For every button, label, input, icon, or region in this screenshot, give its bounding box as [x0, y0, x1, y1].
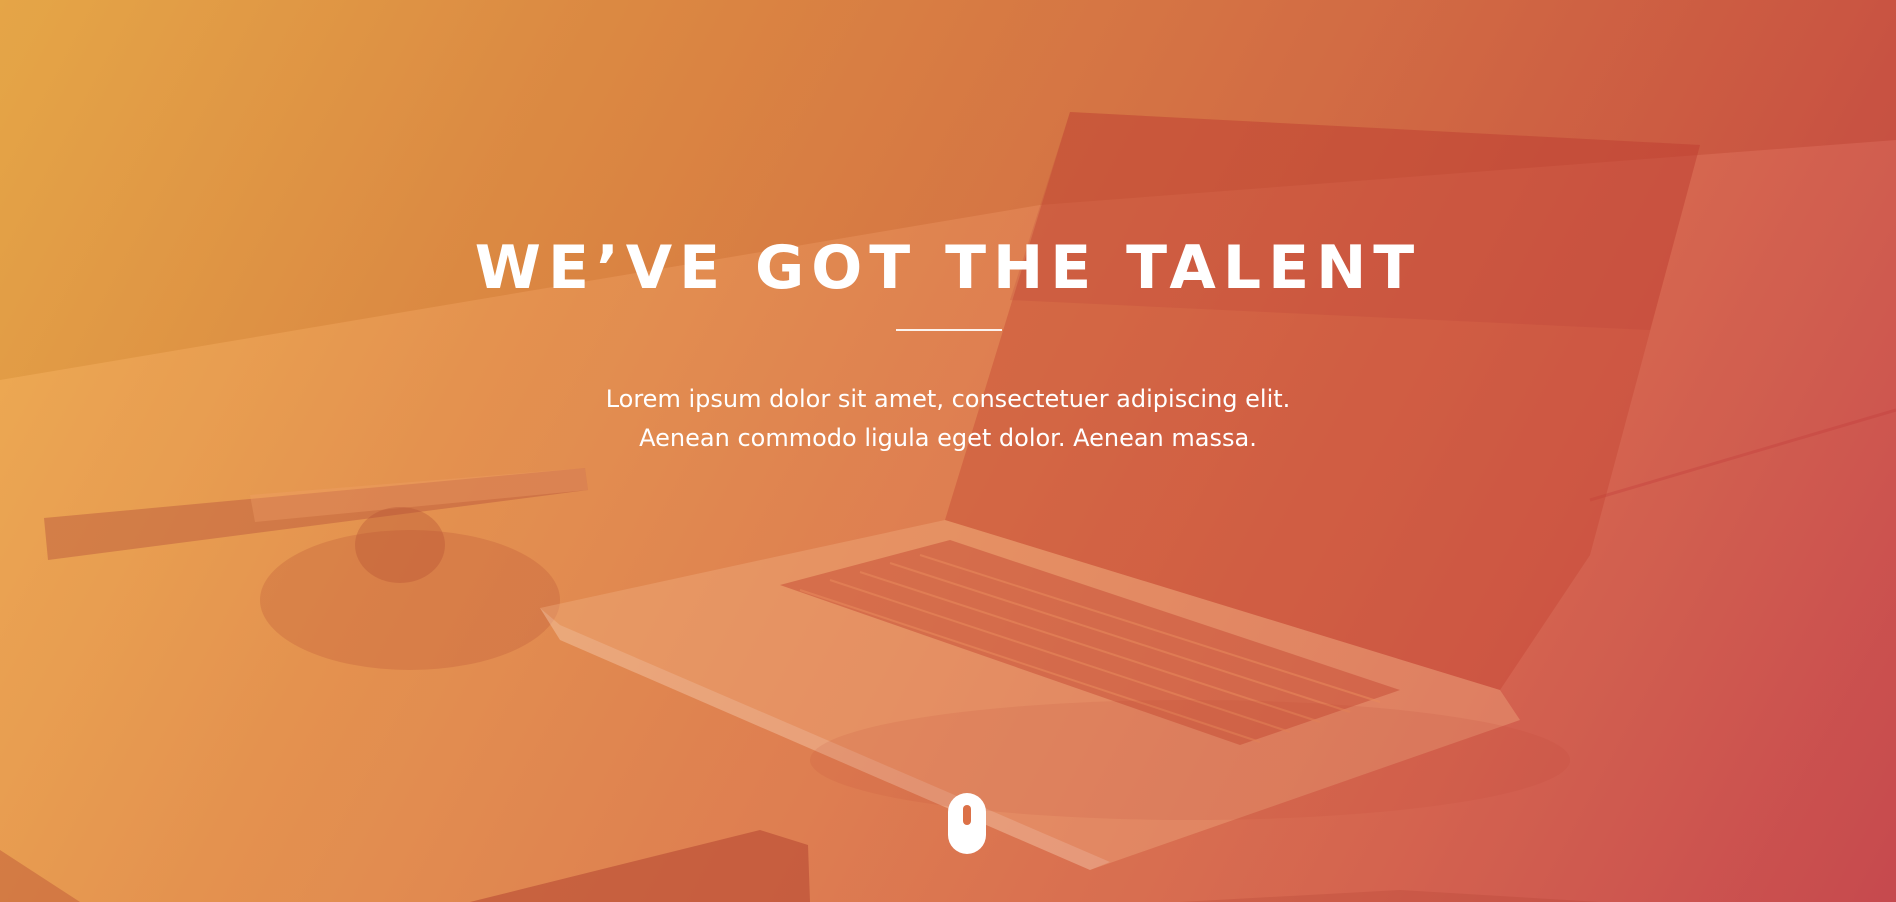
hero-content: WE’VE GOT THE TALENT Lorem ipsum dolor s…: [0, 0, 1896, 902]
headline-divider: [896, 329, 1002, 331]
hero-subtext: Lorem ipsum dolor sit amet, consectetuer…: [448, 380, 1448, 458]
hero-section: WE’VE GOT THE TALENT Lorem ipsum dolor s…: [0, 0, 1896, 902]
hero-subtext-line-2: Aenean commodo ligula eget dolor. Aenean…: [639, 424, 1257, 452]
mouse-wheel-icon: [963, 805, 971, 825]
hero-subtext-line-1: Lorem ipsum dolor sit amet, consectetuer…: [605, 385, 1291, 413]
hero-headline: WE’VE GOT THE TALENT: [474, 233, 1422, 303]
mouse-scroll-icon[interactable]: [948, 793, 986, 854]
